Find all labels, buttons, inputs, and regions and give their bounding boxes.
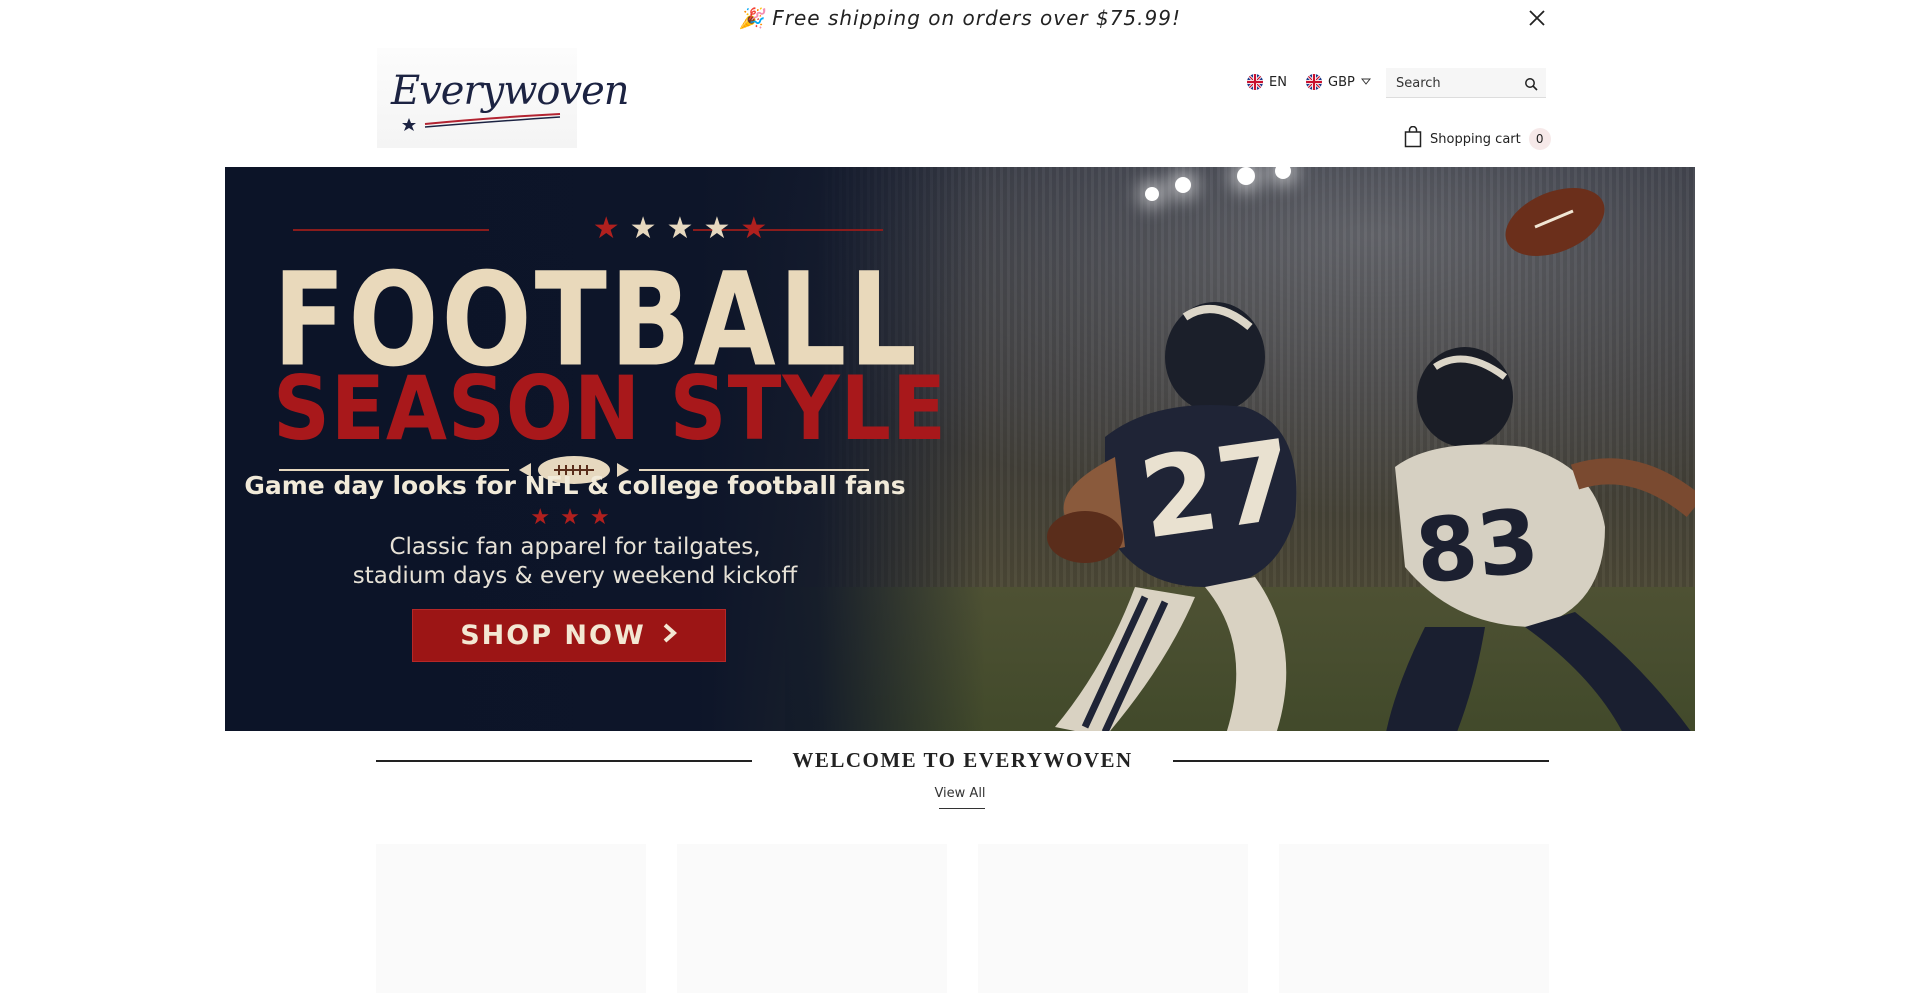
cart-label: Shopping cart [1430,131,1521,147]
hero-subtitle: SEASON STYLE [273,357,947,461]
section-title: WELCOME TO EVERYWOVEN [792,748,1133,772]
view-all-link[interactable]: View All [920,786,1000,801]
announcement-bar: 🎉 Free shipping on orders over $75.99! [0,0,1920,36]
store-logo[interactable]: Everywoven [377,48,630,148]
stadium-light [1175,177,1191,193]
player2-number: 83 [1411,489,1544,604]
stadium-light [1145,187,1159,201]
hero-banner[interactable]: 27 83 ★★★★★ FOOTBALL SEASON STYLE Game d… [225,167,1695,731]
chevron-down-icon [1360,75,1371,90]
section-divider-left [376,760,752,762]
product-card[interactable] [376,844,646,993]
stadium-light [1237,167,1255,185]
product-card[interactable] [1279,844,1549,993]
currency-label: GBP [1328,74,1355,90]
search-input[interactable] [1396,74,1516,92]
party-popper-icon: 🎉 [739,6,765,30]
search-icon[interactable] [1524,76,1538,91]
language-selector[interactable]: EN [1247,72,1287,92]
uk-flag-icon [1247,74,1263,90]
stars-decoration: ★★★ [530,505,620,530]
product-card[interactable] [677,844,947,993]
shopping-bag-icon [1404,125,1422,152]
uk-flag-icon [1306,74,1322,90]
shopping-cart-link[interactable]: Shopping cart 0 [1404,125,1551,152]
flying-football-icon [1505,188,1605,256]
football-player-83: 83 [1386,347,1695,731]
hero-text-panel: ★★★★★ FOOTBALL SEASON STYLE Game day loo… [225,167,985,731]
hero-description: Classic fan apparel for tailgates, stadi… [225,533,925,591]
announcement-text: 🎉 Free shipping on orders over $75.99! [0,6,1920,30]
chevron-right-icon [662,620,678,651]
logo-swoosh-icon [402,113,561,131]
announcement-message: Free shipping on orders over $75.99! [772,6,1181,30]
product-card[interactable] [978,844,1248,993]
football-player-27: 27 [1047,302,1302,731]
shop-now-button[interactable]: SHOP NOW [412,609,726,662]
search-box [1386,68,1546,98]
decorative-line [293,229,489,231]
close-icon[interactable] [1527,8,1547,28]
logo-wordmark: Everywoven [391,68,630,114]
cart-count-badge: 0 [1528,128,1551,150]
hero-description-line: Classic fan apparel for tailgates, [389,534,761,560]
hero-description-line: stadium days & every weekend kickoff [352,563,798,589]
view-all-underline [939,808,985,809]
player1-number: 27 [1133,416,1302,564]
currency-selector[interactable]: GBP [1306,72,1371,92]
section-divider-right [1173,760,1549,762]
stars-decoration: ★★★★★ [592,211,778,246]
shop-now-label: SHOP NOW [460,620,646,651]
hero-tagline: Game day looks for NFL & college footbal… [244,471,906,500]
language-label: EN [1269,74,1287,90]
